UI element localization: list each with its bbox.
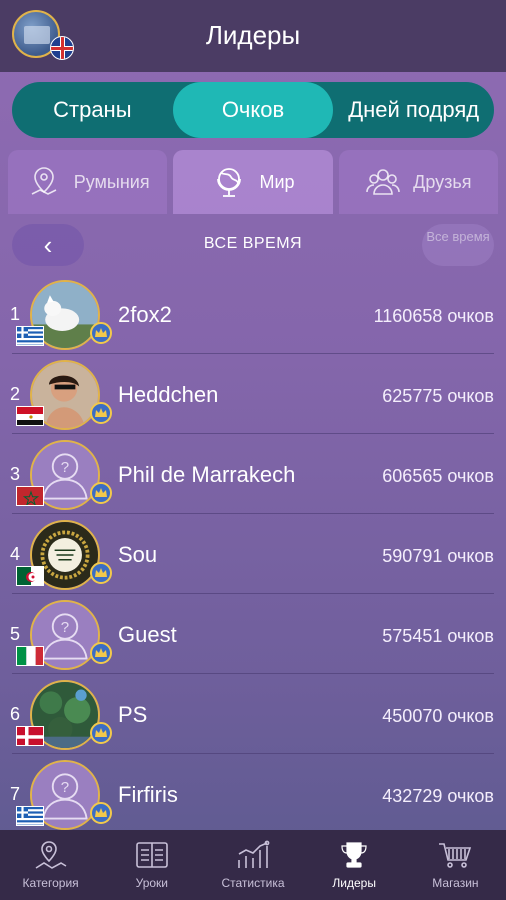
nav-lessons[interactable]: Уроки <box>101 830 202 900</box>
friends-icon <box>366 169 400 195</box>
list-item[interactable]: 3 ? Phil de Marrakech 606565 очков <box>0 434 506 514</box>
nav-shop-label: Магазин <box>432 876 479 890</box>
rank: 4 <box>10 544 21 564</box>
rank: 2 <box>10 384 21 404</box>
player-name: Heddchen <box>118 382 219 407</box>
svg-text:?: ? <box>61 459 69 476</box>
list-item[interactable]: 4 Sou 590791 очков <box>0 514 506 594</box>
ranking-type-segmented-control: Страны Очков Дней подряд <box>12 82 494 138</box>
crown-badge-icon <box>90 482 112 504</box>
egypt-flag-icon <box>16 406 44 426</box>
nav-stats-label: Статистика <box>221 876 285 890</box>
italy-flag-icon <box>16 646 44 666</box>
greece-flag-icon <box>16 326 44 346</box>
player-name: Guest <box>118 622 177 647</box>
cart-icon <box>439 843 472 868</box>
crown-badge-icon <box>90 722 112 744</box>
player-score: 432729 очков <box>382 786 494 806</box>
lessons-icon <box>135 842 168 868</box>
nav-shop[interactable]: Магазин <box>405 830 506 900</box>
nav-leaders-label: Лидеры <box>332 876 376 890</box>
list-item[interactable]: 1 2fox2 1160658 очков <box>0 274 506 354</box>
crown-badge-icon <box>90 402 112 424</box>
rank: 5 <box>10 624 21 644</box>
list-item[interactable]: 7 ? Firfiris 432729 очков <box>0 754 506 834</box>
nav-lessons-label: Уроки <box>135 876 168 890</box>
stats-chart-icon <box>238 840 270 868</box>
period-selector: ‹ ВСЕ ВРЕМЯ Все время <box>12 224 494 266</box>
player-score: 590791 очков <box>382 546 494 566</box>
player-name: Phil de Marrakech <box>118 462 296 487</box>
tab-friends[interactable]: Друзья <box>338 150 498 214</box>
rank: 7 <box>10 784 21 804</box>
globe-icon <box>217 168 242 197</box>
rank: 1 <box>10 304 21 324</box>
player-name: 2fox2 <box>118 302 172 327</box>
list-item[interactable]: 2 Heddchen 625775 очков <box>0 354 506 434</box>
bottom-nav: Категория Уроки Статистика Лидеры Магази… <box>0 830 506 900</box>
player-score: 606565 очков <box>382 466 494 486</box>
rank: 6 <box>10 704 21 724</box>
tab-country[interactable]: Румыния <box>8 150 168 214</box>
header-bar: Лидеры <box>0 0 506 72</box>
tab-world-label: Мир <box>259 171 295 192</box>
player-score: 450070 очков <box>382 706 494 726</box>
tab-friends-label: Друзья <box>413 171 472 192</box>
player-name: Firfiris <box>118 782 178 807</box>
morocco-flag-icon <box>16 486 44 506</box>
nav-leaders[interactable]: Лидеры <box>304 830 405 900</box>
location-pin-icon <box>31 167 57 195</box>
nav-category[interactable]: Категория <box>0 830 101 900</box>
map-icon <box>35 841 67 869</box>
player-score: 1160658 очков <box>373 306 494 326</box>
crown-badge-icon <box>90 642 112 664</box>
svg-text:?: ? <box>61 619 69 636</box>
algeria-flag-icon <box>16 566 44 586</box>
trophy-icon <box>341 842 367 868</box>
player-name: PS <box>118 702 148 727</box>
svg-text:?: ? <box>61 779 69 796</box>
crown-badge-icon <box>90 802 112 824</box>
page-title: Лидеры <box>205 20 301 50</box>
player-name: Sou <box>118 542 158 567</box>
denmark-flag-icon <box>16 726 44 746</box>
tab-world[interactable]: Мир <box>173 150 333 214</box>
segment-countries[interactable]: Страны <box>12 82 173 138</box>
player-score: 575451 очков <box>382 626 494 646</box>
period-all-time-button[interactable]: Все время <box>422 224 494 266</box>
leaderboard-list: 1 2fox2 1160658 очков 2 Heddchen 625775 … <box>0 274 506 834</box>
crown-badge-icon <box>90 562 112 584</box>
rank: 3 <box>10 464 21 484</box>
crown-badge-icon <box>90 322 112 344</box>
list-item[interactable]: 5 ? Guest 575451 очков <box>0 594 506 674</box>
greece-flag-icon <box>16 806 44 826</box>
segment-streak-days[interactable]: Дней подряд <box>333 82 494 138</box>
list-item[interactable]: 6 PS 450070 очков <box>0 674 506 754</box>
nav-category-label: Категория <box>22 876 79 890</box>
segment-points[interactable]: Очков <box>172 82 334 138</box>
nav-stats[interactable]: Статистика <box>202 830 303 900</box>
scope-tabs: Румыния Мир Друзья <box>8 150 498 214</box>
player-score: 625775 очков <box>382 386 494 406</box>
tab-country-label: Румыния <box>73 171 150 192</box>
